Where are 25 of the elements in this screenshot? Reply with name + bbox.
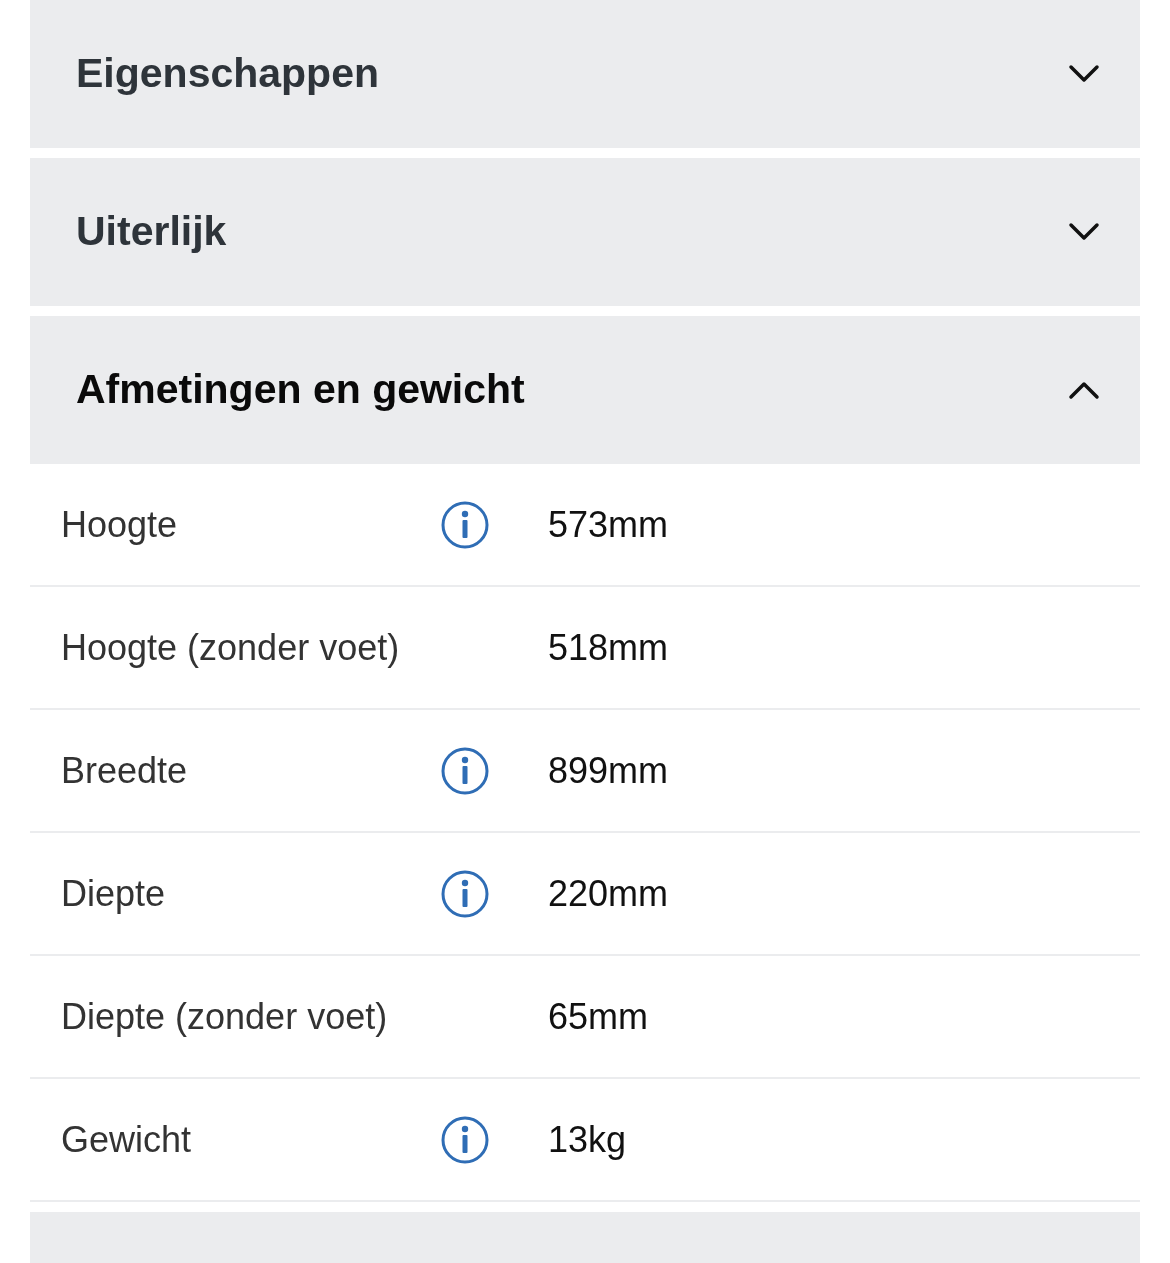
spec-label: Breedte (61, 748, 189, 793)
section-title: Afmetingen en gewicht (76, 365, 525, 415)
info-icon[interactable] (441, 1115, 489, 1164)
spec-label: Hoogte (61, 502, 179, 547)
spec-label: Hoogte (zonder voet) (61, 625, 401, 670)
accordion-header[interactable]: Uiterlijk (30, 158, 1140, 306)
spec-value: 220mm (548, 871, 669, 916)
spec-value: 518mm (548, 625, 669, 670)
spec-value: 899mm (548, 748, 669, 793)
accordion-header[interactable]: Afmetingen en gewicht (30, 316, 1140, 464)
spec-label: Gewicht (61, 1117, 193, 1162)
info-icon[interactable] (441, 746, 489, 795)
accordion-header[interactable]: Eigenschappen (30, 0, 1140, 148)
spec-value: 13kg (548, 1117, 627, 1162)
chevron-up-icon (1068, 380, 1100, 400)
spec-label: Diepte (zonder voet) (61, 994, 389, 1039)
info-icon[interactable] (441, 500, 489, 549)
spec-value: 65mm (548, 994, 649, 1039)
spec-label: Diepte (61, 871, 167, 916)
spec-value: 573mm (548, 502, 669, 547)
info-icon[interactable] (441, 869, 489, 918)
section-title: Uiterlijk (76, 207, 227, 257)
section-title: Eigenschappen (76, 49, 379, 99)
chevron-down-icon (1068, 64, 1100, 84)
chevron-down-icon (1068, 222, 1100, 242)
